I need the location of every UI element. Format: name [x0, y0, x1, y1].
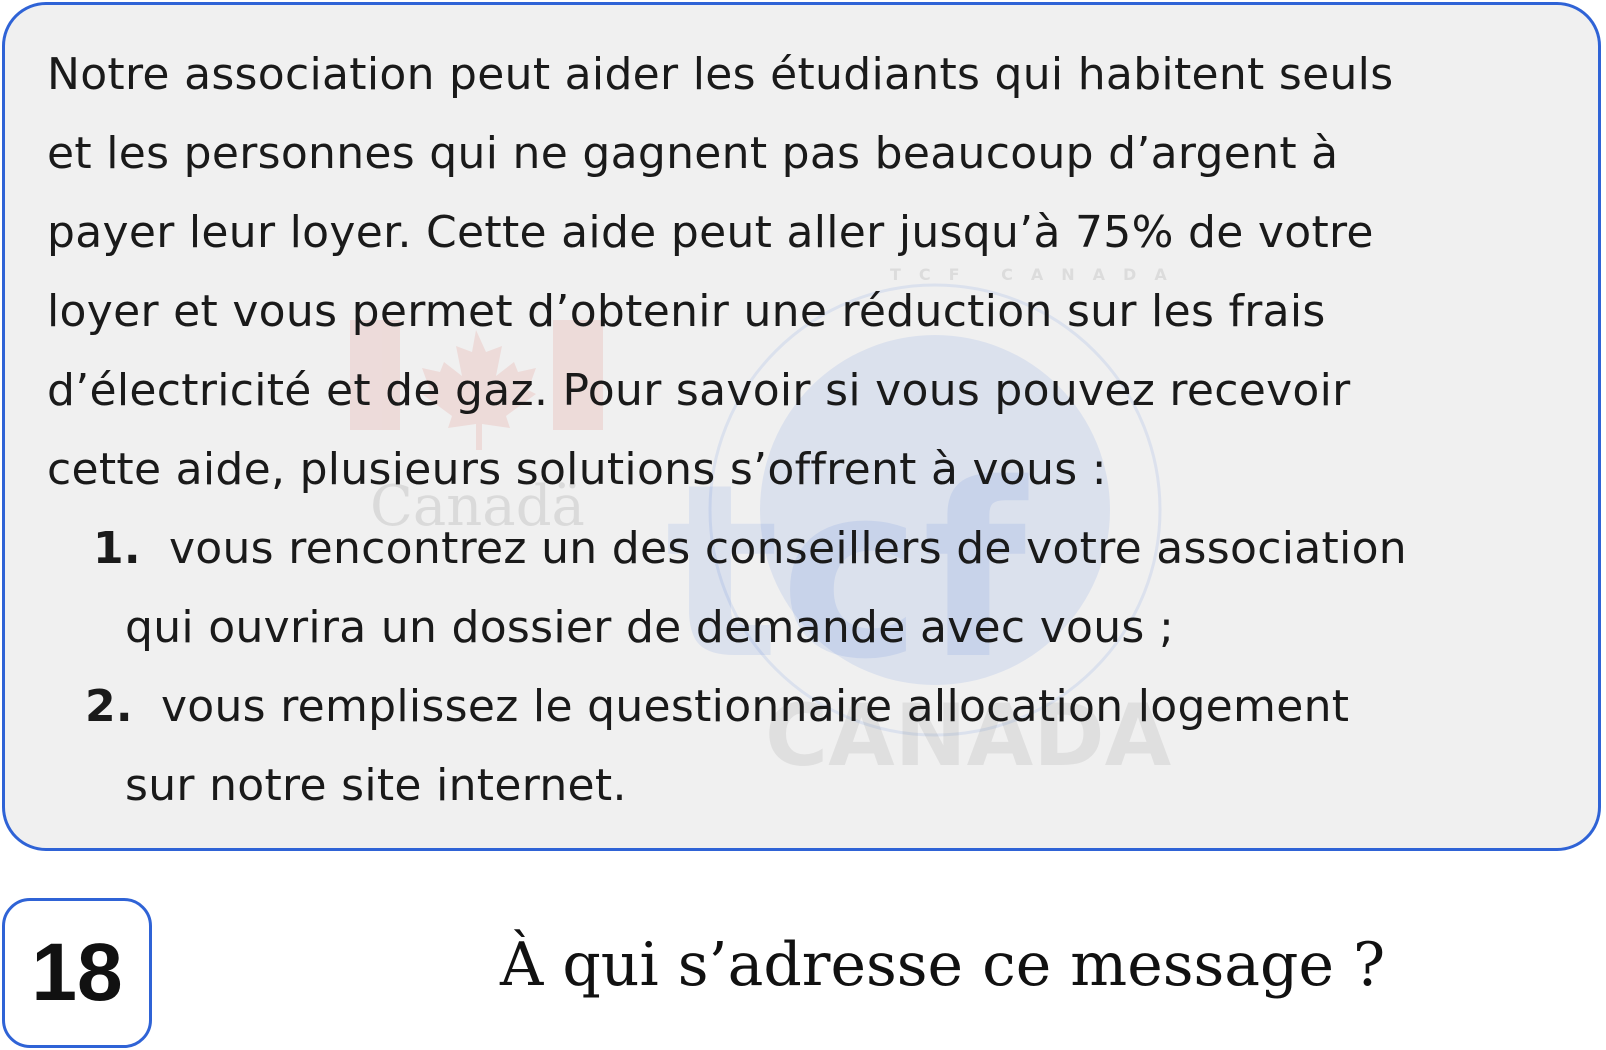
question-number-badge: 18	[2, 898, 152, 1048]
passage-line: Notre association peut aider les étudian…	[47, 49, 1394, 100]
passage-line: payer leur loyer. Cette aide peut aller …	[47, 207, 1374, 258]
list-item: 2. vous remplissez le questionnaire alloc…	[5, 667, 1598, 825]
passage-line: d’électricité et de gaz. Pour savoir si …	[47, 365, 1351, 416]
passage-line: cette aide, plusieurs solutions s’offren…	[47, 444, 1107, 495]
list-item-text-continued: qui ouvrira un dossier de demande avec v…	[125, 602, 1175, 653]
list-item-text: vous remplissez le questionnaire allocat…	[160, 681, 1350, 732]
question-number: 18	[31, 927, 123, 1018]
reading-passage-card: Canadä tcf CANADA TCF CANADA Notre assoc…	[2, 2, 1601, 851]
list-item-number: 2.	[85, 681, 133, 732]
question-text: À qui s’adresse ce message ?	[500, 930, 1386, 1000]
list-item: 1. vous rencontrez un des conseillers de …	[5, 509, 1598, 667]
solutions-list: 1. vous rencontrez un des conseillers de …	[5, 509, 1598, 825]
list-item-text-continued: sur notre site internet.	[125, 760, 627, 811]
passage-text: Notre association peut aider les étudian…	[47, 35, 1577, 509]
list-item-text: vous rencontrez un des conseillers de vo…	[168, 523, 1407, 574]
list-item-number: 1.	[93, 523, 141, 574]
passage-line: et les personnes qui ne gagnent pas beau…	[47, 128, 1339, 179]
passage-line: loyer et vous permet d’obtenir une réduc…	[47, 286, 1326, 337]
